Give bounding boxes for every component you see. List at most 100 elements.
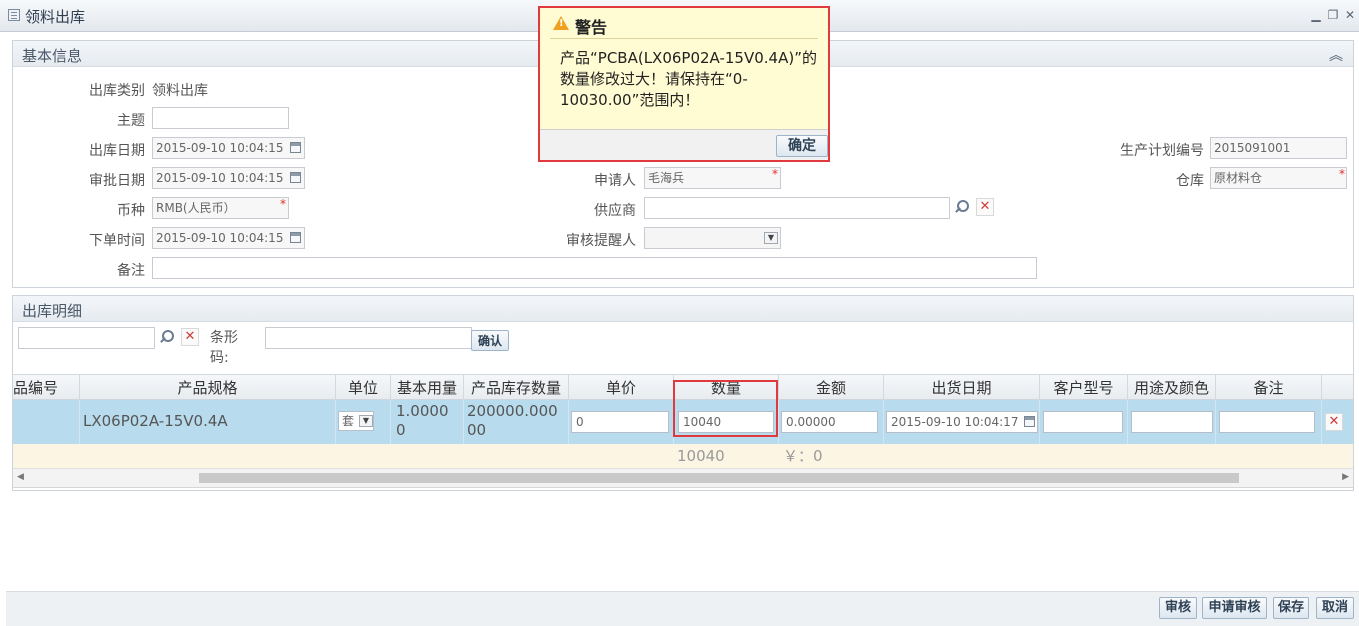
dialog-footer: 确定: [540, 129, 828, 160]
approve-date-input[interactable]: 2015-09-10 10:04:15: [152, 167, 305, 189]
order-time-label: 下单时间: [89, 233, 145, 249]
dialog-message: 产品“PCBA(LX06P02A-15V0.4A)”的数量修改过大！请保持在“0…: [560, 49, 817, 109]
column-header[interactable]: 单位: [336, 375, 391, 401]
applicant-label: 申请人: [594, 173, 636, 189]
supplier-label: 供应商: [594, 203, 636, 219]
warehouse-input[interactable]: 原材料仓: [1210, 167, 1347, 189]
dialog-title: 警告: [575, 18, 608, 37]
warehouse-value: 原材料仓: [1214, 171, 1263, 185]
plan-no-value: 2015091001: [1214, 141, 1291, 155]
base-qty-value: 1.00000: [396, 402, 449, 439]
remark-input[interactable]: [152, 257, 1037, 279]
ship-date-input[interactable]: 2015-09-10 10:04:17: [886, 411, 1038, 433]
supplier-input[interactable]: [644, 197, 950, 219]
summary-qty: 10040: [677, 447, 725, 465]
scroll-left-icon[interactable]: ◀: [17, 472, 24, 482]
unit-cell: 套 ▼: [336, 400, 391, 444]
clear-icon[interactable]: ✕: [181, 328, 199, 346]
minimize-icon[interactable]: ▁: [1309, 8, 1323, 22]
calendar-icon[interactable]: [290, 142, 301, 153]
customer-model-cell: [1040, 400, 1128, 444]
quantity-highlight-box: [673, 380, 778, 437]
out-type-value: 领料出库: [152, 83, 208, 99]
apply-review-button[interactable]: 申请审核: [1202, 597, 1267, 619]
column-header[interactable]: 产品规格: [80, 375, 336, 401]
applicant-input[interactable]: 毛海兵: [644, 167, 781, 189]
column-header[interactable]: 金额: [779, 375, 884, 401]
order-time-input[interactable]: 2015-09-10 10:04:15: [152, 227, 305, 249]
spec-value: LX06P02A-15V0.4A: [83, 412, 228, 430]
window-icon: [8, 9, 20, 21]
subject-input[interactable]: [152, 107, 289, 129]
column-header[interactable]: 产品库存数量: [464, 375, 569, 401]
customer-model-input[interactable]: [1043, 411, 1123, 433]
column-header[interactable]: 客户型号: [1040, 375, 1128, 401]
save-button[interactable]: 保存: [1273, 597, 1309, 619]
warning-icon-mark: !: [559, 18, 564, 29]
scroll-thumb[interactable]: [199, 473, 1239, 483]
clear-icon[interactable]: ✕: [976, 198, 994, 216]
stock-qty-cell: 200000.00000: [464, 400, 569, 444]
summary-amount: ￥：0: [783, 447, 823, 465]
out-type-label: 出库类别: [89, 83, 145, 99]
delete-row-icon[interactable]: ✕: [1325, 413, 1343, 431]
calendar-icon[interactable]: [290, 232, 301, 243]
column-header[interactable]: 品编号: [13, 375, 80, 401]
stock-qty-value: 200000.00000: [467, 402, 558, 439]
spec-cell: LX06P02A-15V0.4A: [80, 400, 336, 444]
applicant-value: 毛海兵: [648, 171, 685, 185]
price-cell: 0: [569, 400, 674, 444]
footer-bar: [6, 591, 1359, 626]
cancel-button[interactable]: 取消: [1316, 597, 1354, 619]
plan-no-label: 生产计划编号: [1120, 143, 1204, 159]
required-mark: *: [772, 167, 778, 181]
order-time-value: 2015-09-10 10:04:15: [156, 231, 284, 245]
review-reminder-select[interactable]: [644, 227, 781, 249]
barcode-input[interactable]: [265, 327, 472, 349]
ok-button[interactable]: 确定: [776, 135, 828, 157]
dialog-header: ! 警告: [540, 8, 828, 38]
scroll-right-icon[interactable]: ▶: [1342, 472, 1349, 482]
amount-cell: 0.00000: [779, 400, 884, 444]
warning-dialog: ! 警告 产品“PCBA(LX06P02A-15V0.4A)”的数量修改过大！请…: [538, 6, 830, 162]
confirm-button[interactable]: 确认: [471, 330, 509, 351]
column-header[interactable]: 单价: [569, 375, 674, 401]
close-icon[interactable]: ✕: [1343, 8, 1357, 22]
required-mark: *: [1339, 167, 1345, 181]
unit-value: 套: [342, 414, 355, 428]
amount-input[interactable]: 0.00000: [781, 411, 878, 433]
approve-date-value: 2015-09-10 10:04:15: [156, 171, 284, 185]
plan-no-input[interactable]: 2015091001: [1210, 137, 1347, 159]
out-date-label: 出库日期: [89, 143, 145, 159]
product-search-input[interactable]: [18, 327, 155, 349]
collapse-icon[interactable]: ︽: [1329, 45, 1343, 65]
review-button[interactable]: 审核: [1159, 597, 1197, 619]
currency-value: RMB(人民币）: [156, 201, 236, 215]
summary-row: 10040 ￥：0: [13, 444, 1353, 468]
column-header[interactable]: 基本用量: [391, 375, 464, 401]
currency-label: 币种: [117, 203, 145, 219]
search-icon[interactable]: [158, 329, 174, 345]
column-header[interactable]: 用途及颜色: [1128, 375, 1216, 401]
search-icon[interactable]: [953, 199, 969, 215]
window-title: 领料出库: [25, 8, 86, 26]
ship-date-value: 2015-09-10 10:04:17: [891, 415, 1019, 429]
currency-select[interactable]: RMB(人民币）: [152, 197, 289, 219]
horizontal-scrollbar[interactable]: ◀ ▶: [13, 468, 1353, 488]
column-header[interactable]: 出货日期: [884, 375, 1040, 401]
column-header[interactable]: 备注: [1216, 375, 1322, 401]
row-remark-input[interactable]: [1219, 411, 1315, 433]
ship-date-cell: 2015-09-10 10:04:17: [884, 400, 1040, 444]
usage-color-cell: [1128, 400, 1216, 444]
calendar-icon[interactable]: [1024, 416, 1035, 427]
chevron-down-icon[interactable]: ▼: [359, 415, 373, 427]
dialog-divider: [550, 38, 818, 39]
base-qty-cell: 1.00000: [391, 400, 464, 444]
usage-color-input[interactable]: [1131, 411, 1213, 433]
restore-icon[interactable]: ❐: [1326, 8, 1340, 22]
out-date-input[interactable]: 2015-09-10 10:04:15: [152, 137, 305, 159]
price-input[interactable]: 0: [571, 411, 669, 433]
detail-header: 出库明细: [13, 296, 1353, 322]
chevron-down-icon[interactable]: ▼: [764, 232, 778, 244]
calendar-icon[interactable]: [290, 172, 301, 183]
